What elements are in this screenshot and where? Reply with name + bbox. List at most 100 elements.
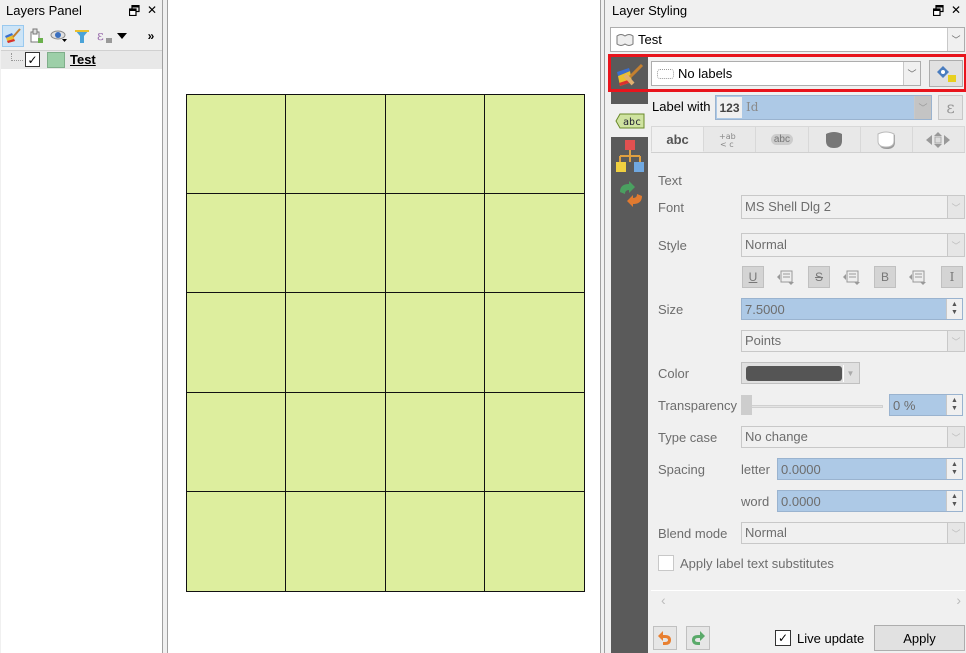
data-defined-override-icon[interactable] bbox=[907, 266, 929, 288]
word-spacing-label: word bbox=[741, 494, 770, 509]
grid-cell bbox=[484, 95, 584, 195]
float-icon[interactable] bbox=[932, 3, 944, 17]
label-mode-value: No labels bbox=[678, 66, 733, 81]
grid-cell bbox=[484, 293, 584, 393]
substitutes-checkbox[interactable] bbox=[658, 555, 674, 571]
italic-button[interactable]: I bbox=[941, 266, 963, 288]
slider-handle[interactable] bbox=[741, 395, 752, 415]
tab-background[interactable] bbox=[808, 126, 861, 152]
spin-arrows[interactable]: ▲ ▼ bbox=[946, 459, 962, 479]
filter-icon[interactable] bbox=[71, 25, 93, 47]
size-unit-value: Points bbox=[745, 333, 782, 348]
font-label: Font bbox=[658, 200, 685, 215]
grid-cell bbox=[286, 95, 386, 195]
font-value: MS Shell Dlg 2 bbox=[745, 199, 831, 214]
grid-cell bbox=[187, 392, 287, 492]
word-spacing-spinbox[interactable]: 0.0000 ▲ ▼ bbox=[777, 490, 963, 512]
history-tab[interactable] bbox=[617, 180, 645, 211]
transparency-slider[interactable] bbox=[741, 395, 885, 417]
tab-formatting[interactable]: +ab < c bbox=[704, 126, 757, 152]
spin-arrows[interactable]: ▲ ▼ bbox=[946, 395, 962, 415]
rule-based-labeling-button[interactable] bbox=[929, 60, 963, 87]
color-label: Color bbox=[658, 366, 690, 381]
layer-symbol-swatch bbox=[47, 52, 65, 68]
underline-button[interactable]: U bbox=[742, 266, 764, 288]
grid-cell bbox=[187, 293, 287, 393]
tab-text[interactable]: abc bbox=[651, 126, 705, 152]
layer-visibility-checkbox[interactable]: ✓ bbox=[25, 52, 40, 67]
chevron-down-icon: ﹀ bbox=[914, 96, 931, 119]
symbology-tab[interactable] bbox=[611, 56, 648, 96]
bold-button[interactable]: B bbox=[874, 266, 896, 288]
more-icon[interactable]: » bbox=[142, 25, 160, 47]
label-mode-combo[interactable]: No labels ﹀ bbox=[651, 61, 921, 86]
visibility-icon[interactable] bbox=[48, 25, 70, 47]
grid-cell bbox=[286, 491, 386, 591]
horizontal-scrollbar[interactable]: ‹ › bbox=[651, 590, 965, 610]
add-group-icon[interactable] bbox=[25, 25, 47, 47]
layer-selector-combo[interactable]: Test ﹀ bbox=[610, 27, 965, 52]
redo-button[interactable] bbox=[686, 626, 710, 650]
chevron-down-icon: ﹀ bbox=[947, 196, 964, 218]
grid-cell bbox=[484, 194, 584, 294]
spacing-label: Spacing bbox=[658, 462, 705, 477]
blend-mode-value: Normal bbox=[745, 525, 787, 540]
style-manager-icon[interactable] bbox=[2, 25, 24, 47]
tab-shadow[interactable] bbox=[860, 126, 913, 152]
grid-cell bbox=[385, 194, 485, 294]
letter-spacing-value: 0.0000 bbox=[781, 462, 821, 477]
expression-filter-icon[interactable]: ε bbox=[94, 25, 116, 47]
spin-arrows[interactable]: ▲ ▼ bbox=[946, 299, 962, 319]
undo-button[interactable] bbox=[653, 626, 677, 650]
label-settings-tabs: abc +ab < c abc bbox=[651, 126, 966, 153]
style-combo[interactable]: Normal ﹀ bbox=[741, 233, 965, 257]
labels-tab[interactable]: abc bbox=[609, 104, 650, 137]
type-case-combo[interactable]: No change ﹀ bbox=[741, 426, 965, 448]
label-with-label: Label with bbox=[652, 99, 711, 114]
diagrams-tab[interactable] bbox=[615, 140, 645, 177]
color-button[interactable]: ▼ bbox=[741, 362, 860, 384]
transparency-spinbox[interactable]: 0 % ▲ ▼ bbox=[889, 394, 963, 416]
live-update-checkbox[interactable]: ✓ bbox=[775, 630, 791, 646]
strikeout-button[interactable]: S bbox=[808, 266, 830, 288]
grid-cell bbox=[187, 491, 287, 591]
data-defined-override-icon[interactable] bbox=[841, 266, 863, 288]
close-icon[interactable]: ✕ bbox=[146, 3, 158, 17]
type-case-label: Type case bbox=[658, 430, 718, 445]
dropdown-icon[interactable] bbox=[115, 25, 129, 47]
transparency-value: 0 % bbox=[893, 398, 916, 413]
svg-text:< c: < c bbox=[720, 140, 734, 148]
size-spinbox[interactable]: 7.5000 ▲ ▼ bbox=[741, 298, 963, 320]
color-swatch bbox=[746, 366, 842, 381]
spin-arrows[interactable]: ▲ ▼ bbox=[946, 491, 962, 511]
polygon-layer-icon bbox=[615, 33, 635, 50]
scroll-right-icon[interactable]: › bbox=[956, 592, 961, 608]
close-icon[interactable]: ✕ bbox=[950, 3, 962, 17]
layers-toolbar: ε » bbox=[0, 24, 162, 50]
layer-styling-title: Layer Styling bbox=[612, 3, 688, 18]
size-unit-combo[interactable]: Points ﹀ bbox=[741, 330, 965, 352]
layers-tree: ✓ Test bbox=[1, 50, 162, 653]
layer-styling-panel: Layer Styling ✕ Test ﹀ No labels ﹀ abc L… bbox=[604, 0, 966, 653]
tab-placement[interactable] bbox=[912, 126, 966, 152]
font-combo[interactable]: MS Shell Dlg 2 ﹀ bbox=[741, 195, 965, 219]
data-defined-override-icon[interactable] bbox=[775, 266, 797, 288]
layer-item-test[interactable]: ✓ Test bbox=[1, 51, 162, 69]
label-field-combo[interactable]: 123 Id ﹀ bbox=[715, 95, 932, 120]
tab-buffer[interactable]: abc bbox=[756, 126, 809, 152]
no-labels-icon bbox=[657, 69, 674, 79]
apply-button[interactable]: Apply bbox=[874, 625, 965, 651]
scroll-left-icon[interactable]: ‹ bbox=[661, 592, 666, 608]
letter-spacing-label: letter bbox=[741, 462, 770, 477]
field-type-badge: 123 bbox=[717, 97, 742, 118]
map-canvas[interactable] bbox=[167, 0, 601, 653]
grid-cell bbox=[286, 293, 386, 393]
letter-spacing-spinbox[interactable]: 0.0000 ▲ ▼ bbox=[777, 458, 963, 480]
grid-cell bbox=[385, 392, 485, 492]
expression-button[interactable]: ε bbox=[938, 95, 963, 120]
layer-selector-value: Test bbox=[638, 32, 662, 47]
chevron-down-icon: ﹀ bbox=[947, 234, 964, 256]
float-icon[interactable] bbox=[128, 3, 140, 17]
blend-mode-combo[interactable]: Normal ﹀ bbox=[741, 522, 965, 544]
chevron-down-icon: ﹀ bbox=[947, 331, 964, 351]
